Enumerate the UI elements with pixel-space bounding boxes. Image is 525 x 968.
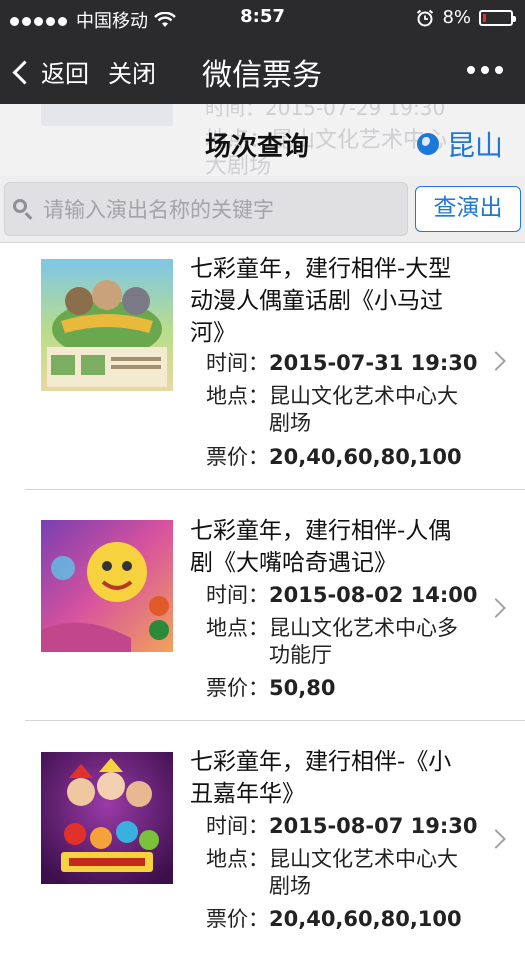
chevron-right-icon [486,351,506,371]
price-label: 票价： [206,907,269,931]
event-title: 七彩童年，建行相伴-人偶剧《大嘴哈奇遇记》 [190,518,452,576]
event-time: 时间：2015-08-02 14:00 [206,582,477,609]
event-item[interactable]: 七彩童年，建行相伴-人偶剧《大嘴哈奇遇记》 时间：2015-08-02 14:0… [0,505,525,737]
event-location-label: 地点： [206,616,269,640]
event-location-label: 地点： [206,384,269,408]
event-price: 票价：20,40,60,80,100 [206,906,462,933]
event-location: 昆山文化艺术中心大剧场 [269,384,458,435]
time-label: 时间： [206,583,269,607]
search-bar: 查演出 [0,176,525,243]
event-location-label: 地点： [206,847,269,871]
search-icon [13,199,27,213]
status-right: 8% [416,7,516,28]
back-label: 返回 [41,60,89,88]
event-location: 昆山文化艺术中心大剧场 [269,847,458,898]
price-label: 票价： [206,445,269,469]
event-location: 昆山文化艺术中心多功能厅 [269,616,458,667]
scroll-ghost-thumb [41,104,173,126]
battery-icon [479,9,516,26]
price-value: 50,80 [269,676,336,700]
divider [25,489,525,490]
event-poster-image [41,752,173,884]
chevron-left-icon [12,60,37,85]
event-title: 七彩童年，建行相伴-《小丑嘉年华》 [190,749,452,807]
event-item[interactable]: 七彩童年，建行相伴-大型动漫人偶童话剧《小马过河》 时间：2015-07-31 … [0,243,525,475]
time-value: 2015-07-31 19:30 [269,351,478,375]
subheader: 时间：2015-07-29 19:30 地点：昆山文化艺术中心 大剧场 场次查询… [0,104,525,176]
event-poster-image [41,520,173,652]
globe-icon [416,133,439,155]
event-time: 时间：2015-08-07 19:30 [206,813,477,840]
price-value: 20,40,60,80,100 [269,907,462,931]
close-button[interactable]: 关闭 [108,54,156,89]
chevron-right-icon [486,829,506,849]
price-label: 票价： [206,676,269,700]
event-price: 票价：50,80 [206,675,335,702]
search-input[interactable] [41,193,405,227]
status-bar: 中国移动 8:57 8% [0,0,525,36]
city-label: 昆山 [446,129,503,162]
divider [25,720,525,721]
event-title: 七彩童年，建行相伴-大型动漫人偶童话剧《小马过河》 [190,256,452,346]
chevron-right-icon [486,598,506,618]
alarm-clock-icon [417,9,434,26]
section-title: 场次查询 [205,132,310,162]
event-time: 时间：2015-07-31 19:30 [206,350,477,377]
search-button[interactable]: 查演出 [415,186,521,232]
search-box[interactable] [4,182,408,236]
time-value: 2015-08-02 14:00 [269,583,478,607]
more-dots-icon[interactable] [467,66,503,74]
price-value: 20,40,60,80,100 [269,445,462,469]
battery-percent: 8% [442,7,471,28]
nav-bar: 返回 关闭 微信票务 [0,36,525,104]
event-price: 票价：20,40,60,80,100 [206,444,462,471]
event-poster-image [41,259,173,391]
scroll-ghost-time: 时间：2015-07-29 19:30 [205,104,446,120]
time-value: 2015-08-07 19:30 [269,814,478,838]
back-button[interactable]: 返回 [12,54,89,89]
page-title: 微信票务 [202,58,322,93]
time-label: 时间： [206,814,269,838]
city-selector[interactable]: 昆山 [416,124,503,164]
time-label: 时间： [206,351,269,375]
event-item[interactable]: 七彩童年，建行相伴-《小丑嘉年华》 时间：2015-08-07 19:30 地点… [0,736,525,968]
